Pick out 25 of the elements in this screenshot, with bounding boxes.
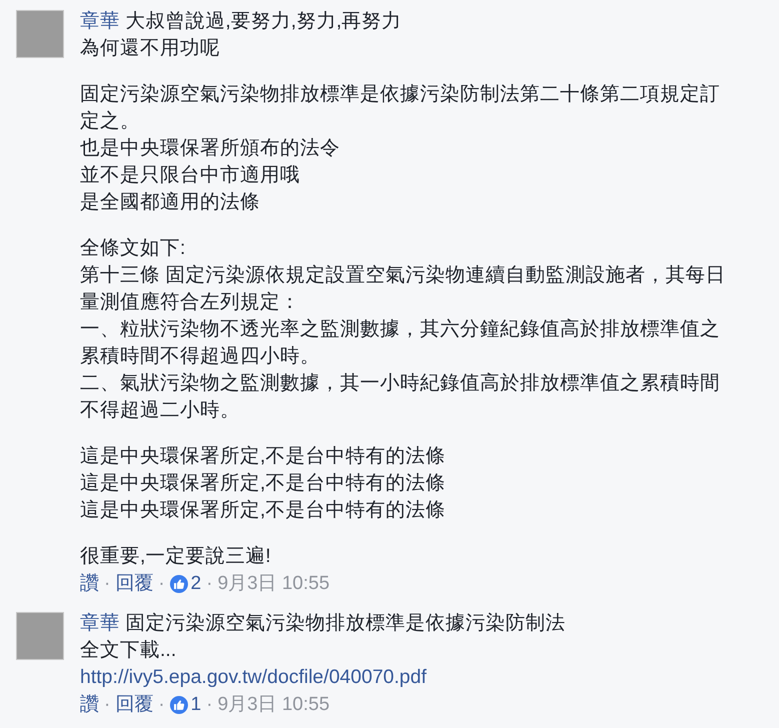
reactions-button[interactable]: 2 xyxy=(170,570,202,597)
like-icon xyxy=(170,574,188,592)
separator-dot: · xyxy=(103,693,112,717)
separator-dot: · xyxy=(157,693,166,717)
separator-dot: · xyxy=(205,693,214,717)
avatar-placeholder[interactable] xyxy=(16,10,64,58)
separator-dot: · xyxy=(157,572,166,596)
reactions-button[interactable]: 1 xyxy=(170,691,202,718)
like-icon xyxy=(170,696,188,714)
like-link[interactable]: 讚 xyxy=(80,570,99,597)
comment-text: 固定污染源空氣污染物排放標準是依據污染防制法第二十條第二項規定訂 定之。 也是中央環保署所頒布的法令 並不是只限台中市適用哦 是全國都適用的法條 xyxy=(80,82,721,215)
comment-text: 這是中央環保署所定,不是台中特有的法條 這是中央環保署所定,不是台中特有的法條 這是中央環保署所定,不是台中特有的法條 xyxy=(80,444,446,523)
like-link[interactable]: 讚 xyxy=(80,691,99,718)
document-link[interactable]: http://ivy5.epa.gov.tw/docfile/040070.pdf xyxy=(80,664,427,691)
comment-text: 全條文如下: 第十三條 固定污染源依規定設置空氣污染物連續自動監測設施者，其每日 量測值應符合左列規定： 一、粒狀污染物不透光率之監測數據，其六分鐘紀錄值高於排放標準值之 累積時間不得超過四小時。 二、氣狀污染物之監測數據，其一小時紀錄值高於排放標準值之累積時間 不得超過二小時。 xyxy=(80,236,726,423)
separator-dot: · xyxy=(205,572,214,596)
reply-link[interactable]: 回覆 xyxy=(115,570,154,597)
comment-text: 章華 固定污染源空氣污染物排放標準是依據污染防制法 全文下載... http://ivy5.epa.gov.tw/docfile/040070.pdf xyxy=(80,610,566,691)
author-name-link[interactable]: 章華 xyxy=(80,10,120,32)
reply-link[interactable]: 回覆 xyxy=(115,691,154,718)
comment-text: 很重要,一定要說三遍! xyxy=(80,544,272,569)
avatar-placeholder[interactable] xyxy=(16,612,64,660)
author-name-link[interactable]: 章華 xyxy=(80,612,120,634)
comment-text: 章華 大叔曾說過,要努力,努力,再努力 為何還不用功呢 xyxy=(80,9,403,61)
separator-dot: · xyxy=(103,572,112,596)
